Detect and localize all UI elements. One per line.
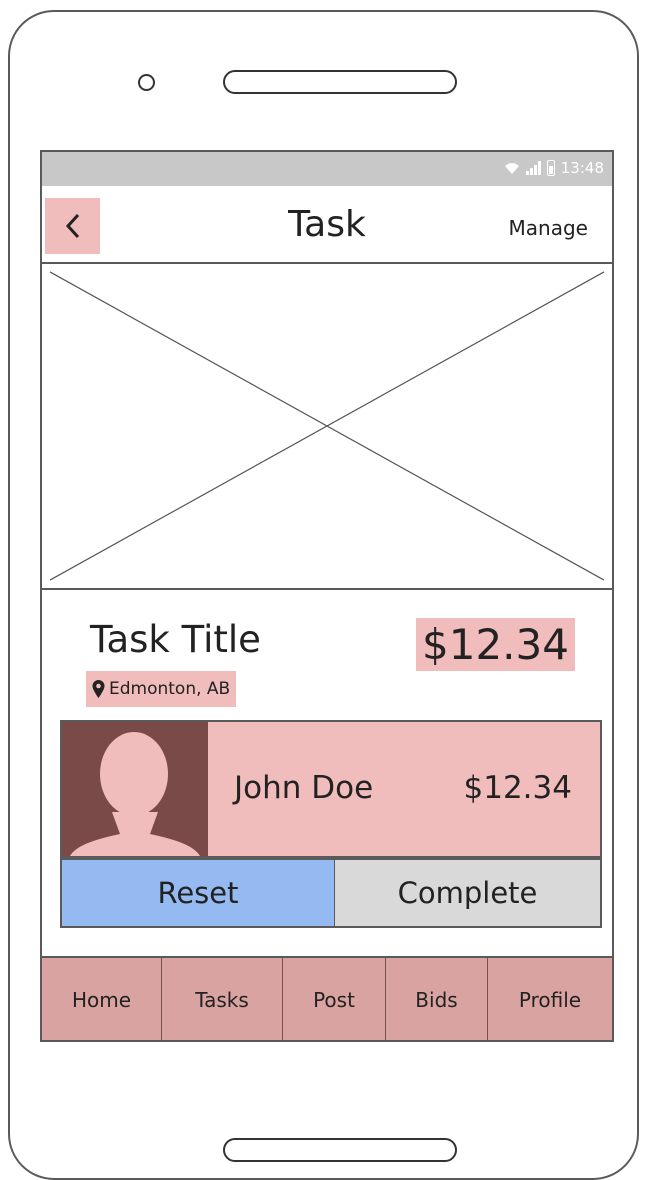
bottom-tab-bar: Home Tasks Post Bids Profile bbox=[42, 956, 612, 1040]
tab-post[interactable]: Post bbox=[283, 958, 386, 1040]
action-buttons: Reset Complete bbox=[60, 858, 602, 928]
bidder-name: John Doe bbox=[234, 770, 374, 806]
signal-icon bbox=[525, 161, 541, 175]
status-time: 13:48 bbox=[560, 159, 604, 177]
user-silhouette-icon bbox=[70, 732, 200, 856]
wifi-icon bbox=[504, 163, 519, 174]
status-icons: 13:48 bbox=[504, 159, 604, 177]
reset-button[interactable]: Reset bbox=[62, 860, 335, 926]
task-price: $12.34 bbox=[416, 618, 575, 671]
avatar bbox=[62, 722, 208, 856]
complete-button[interactable]: Complete bbox=[335, 860, 600, 926]
task-image-placeholder bbox=[42, 264, 612, 590]
tab-bids[interactable]: Bids bbox=[386, 958, 488, 1040]
status-bar: 13:48 bbox=[42, 152, 612, 186]
tab-profile[interactable]: Profile bbox=[488, 958, 612, 1040]
home-button[interactable] bbox=[223, 1138, 457, 1162]
manage-button[interactable]: Manage bbox=[509, 216, 588, 240]
phone-screen: 13:48 Task Manage Task Title $12.34 Edmo… bbox=[40, 150, 614, 1042]
tab-home[interactable]: Home bbox=[42, 958, 162, 1040]
top-nav-bar: Task Manage bbox=[42, 186, 612, 264]
map-pin-icon bbox=[92, 680, 105, 698]
speaker-grille bbox=[223, 70, 457, 94]
image-placeholder-icon bbox=[49, 271, 605, 581]
task-title: Task Title bbox=[90, 618, 261, 661]
bid-amount: $12.34 bbox=[463, 770, 572, 806]
task-location[interactable]: Edmonton, AB bbox=[86, 671, 237, 707]
battery-icon bbox=[546, 160, 555, 176]
tab-tasks[interactable]: Tasks bbox=[162, 958, 283, 1040]
camera-icon bbox=[138, 74, 155, 91]
location-label: Edmonton, AB bbox=[109, 679, 231, 699]
bid-card[interactable]: John Doe $12.34 bbox=[60, 720, 602, 858]
